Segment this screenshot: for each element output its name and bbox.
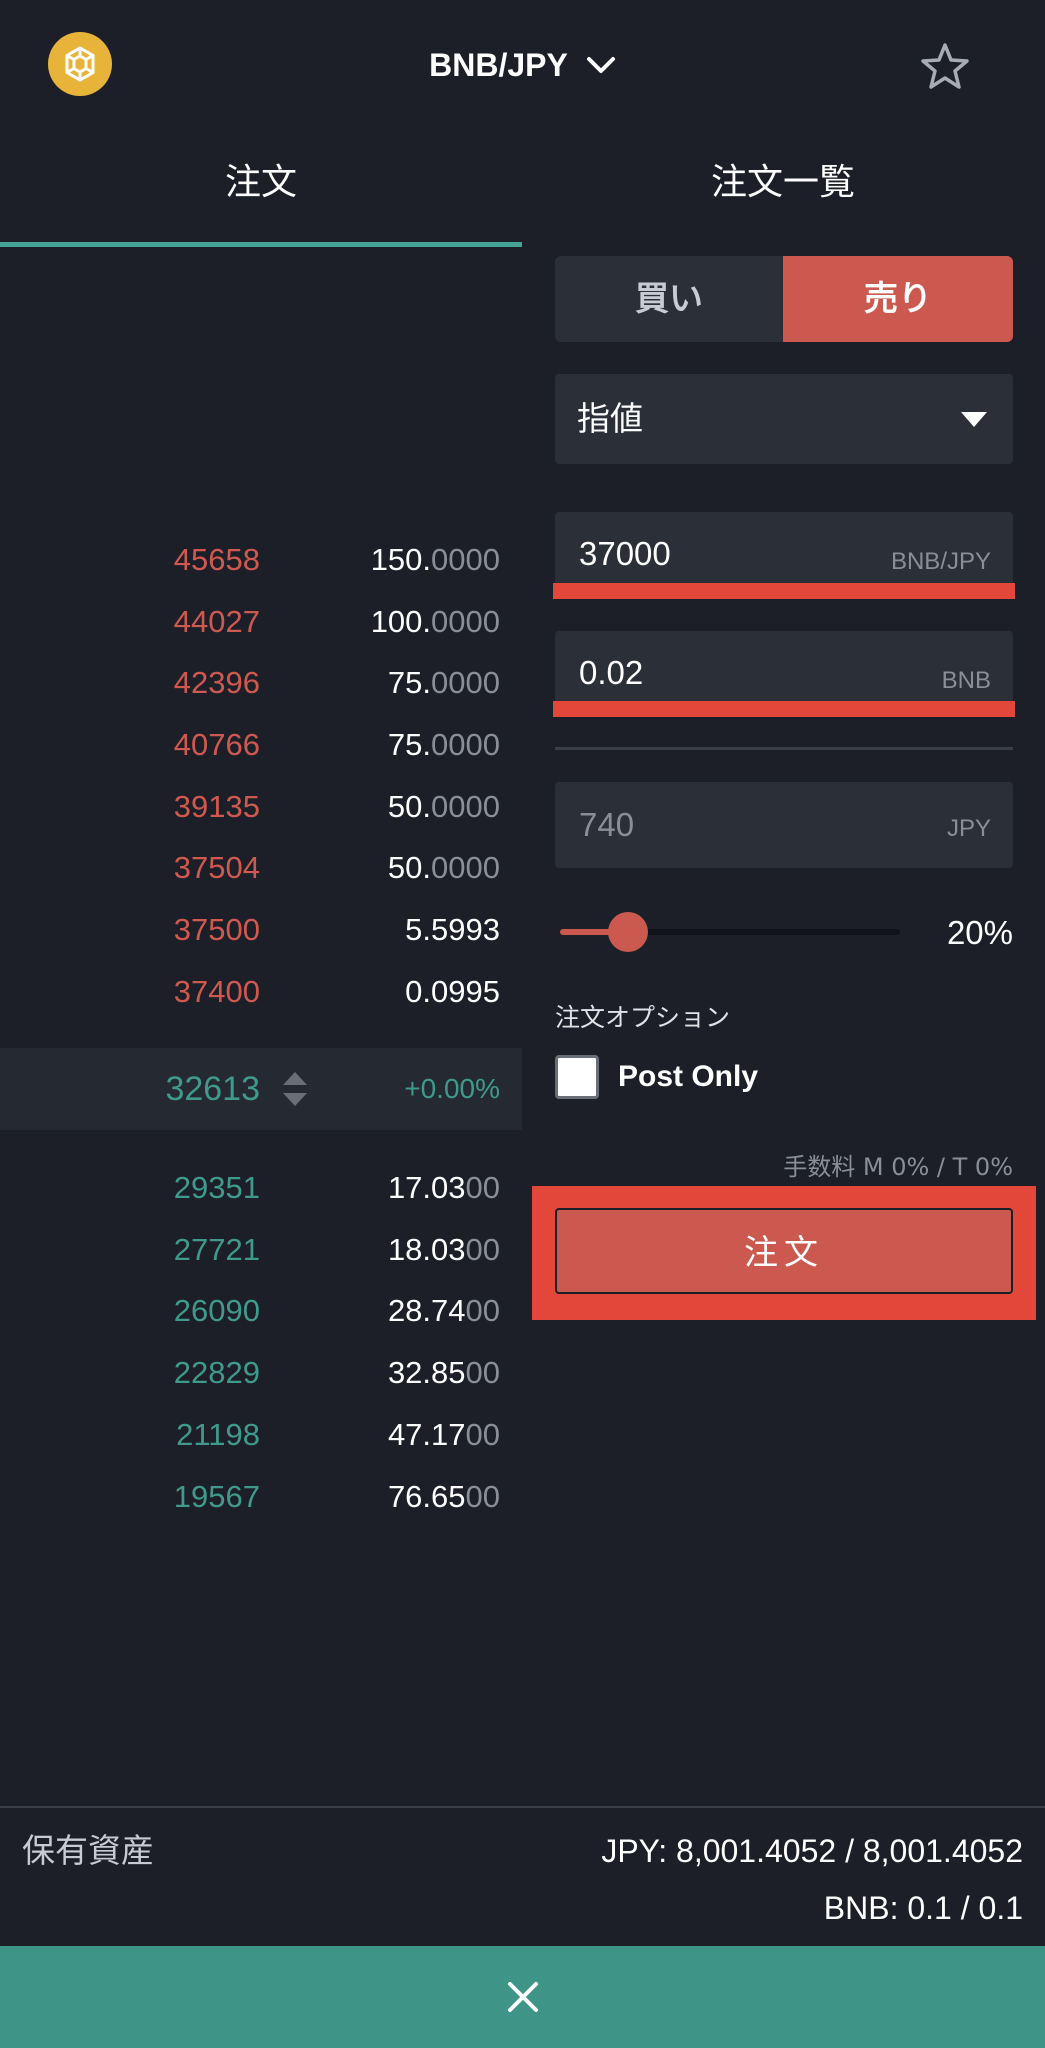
pair-selector[interactable]: BNB/JPY bbox=[0, 40, 1045, 90]
total-input[interactable]: 740 JPY bbox=[555, 782, 1013, 868]
ask-row[interactable]: 37500 5.5993 bbox=[0, 905, 522, 955]
ask-row[interactable]: 45658 150.0000 bbox=[0, 535, 522, 585]
ask-amount: 150.0000 bbox=[370, 542, 500, 577]
active-tab-indicator bbox=[0, 242, 522, 247]
order-type-value: 指値 bbox=[577, 399, 643, 438]
bid-amount: 76.6500 bbox=[387, 1479, 500, 1514]
close-bar[interactable] bbox=[0, 1946, 1045, 2048]
buy-sell-toggle: 買い 売り bbox=[555, 256, 1013, 342]
order-type-select[interactable]: 指値 bbox=[555, 374, 1013, 464]
ask-row[interactable]: 42396 75.0000 bbox=[0, 658, 522, 708]
sell-button[interactable]: 売り bbox=[783, 256, 1013, 342]
ask-amount: 5.5993 bbox=[405, 912, 500, 947]
post-only-label[interactable]: Post Only bbox=[618, 1052, 758, 1102]
total-unit: JPY bbox=[946, 815, 991, 842]
ask-price: 37504 bbox=[173, 850, 260, 885]
slider-percentage: 20% bbox=[946, 914, 1013, 951]
pair-label: BNB/JPY bbox=[429, 46, 568, 83]
ask-price: 40766 bbox=[173, 727, 260, 762]
bid-amount: 17.0300 bbox=[387, 1170, 500, 1205]
bid-row[interactable]: 21198 47.1700 bbox=[0, 1410, 522, 1460]
ask-row[interactable]: 39135 50.0000 bbox=[0, 782, 522, 832]
ask-price: 39135 bbox=[173, 789, 260, 824]
last-price-row: 32613 +0.00% bbox=[0, 1048, 522, 1130]
bid-price: 26090 bbox=[173, 1293, 260, 1328]
ask-price: 45658 bbox=[173, 542, 260, 577]
last-price: 32613 bbox=[165, 1070, 260, 1108]
ask-price: 37400 bbox=[173, 974, 260, 1009]
ask-amount: 0.0995 bbox=[405, 974, 500, 1009]
bid-amount: 28.7400 bbox=[387, 1293, 500, 1328]
bid-amount: 32.8500 bbox=[387, 1355, 500, 1390]
sort-arrows-icon bbox=[283, 1072, 307, 1106]
bid-row[interactable]: 26090 28.7400 bbox=[0, 1286, 522, 1336]
ask-price: 42396 bbox=[173, 665, 260, 700]
ask-price: 44027 bbox=[173, 604, 260, 639]
bnb-balance: BNB: 0.1 / 0.1 bbox=[823, 1890, 1023, 1926]
bid-price: 29351 bbox=[173, 1170, 260, 1205]
order-options-label: 注文オプション bbox=[555, 1003, 731, 1032]
price-change: +0.00% bbox=[404, 1073, 500, 1104]
assets-label: 保有資産 bbox=[22, 1831, 154, 1870]
chevron-down-icon bbox=[586, 57, 615, 73]
tab-order-list[interactable]: 注文一覧 bbox=[522, 150, 1044, 216]
bid-row[interactable]: 22829 32.8500 bbox=[0, 1348, 522, 1398]
ask-amount: 50.0000 bbox=[387, 850, 500, 885]
quantity-highlight bbox=[553, 701, 1015, 717]
assets-divider bbox=[0, 1806, 1045, 1808]
jpy-balance: JPY: 8,001.4052 / 8,001.4052 bbox=[601, 1833, 1023, 1869]
tab-order[interactable]: 注文 bbox=[0, 150, 522, 216]
bid-amount: 47.1700 bbox=[387, 1417, 500, 1452]
fee-info: 手数料 M 0% / T 0% bbox=[783, 1153, 1013, 1181]
bid-amount: 18.0300 bbox=[387, 1232, 500, 1267]
price-highlight bbox=[553, 583, 1015, 599]
caret-down-icon bbox=[961, 412, 987, 427]
ask-row[interactable]: 44027 100.0000 bbox=[0, 597, 522, 647]
bid-row[interactable]: 29351 17.0300 bbox=[0, 1163, 522, 1213]
bid-row[interactable]: 19567 76.6500 bbox=[0, 1472, 522, 1522]
bid-row[interactable]: 27721 18.0300 bbox=[0, 1225, 522, 1275]
ask-price: 37500 bbox=[173, 912, 260, 947]
ask-amount: 75.0000 bbox=[387, 665, 500, 700]
ask-amount: 75.0000 bbox=[387, 727, 500, 762]
ask-amount: 50.0000 bbox=[387, 789, 500, 824]
ask-row[interactable]: 37400 0.0995 bbox=[0, 967, 522, 1017]
total-value: 740 bbox=[579, 806, 635, 843]
ask-row[interactable]: 37504 50.0000 bbox=[0, 843, 522, 893]
submit-order-button[interactable]: 注文 bbox=[555, 1208, 1013, 1294]
bid-price: 22829 bbox=[173, 1355, 260, 1390]
ask-amount: 100.0000 bbox=[370, 604, 500, 639]
post-only-checkbox[interactable] bbox=[555, 1055, 599, 1099]
star-icon[interactable] bbox=[918, 40, 972, 94]
bid-price: 21198 bbox=[176, 1417, 260, 1452]
close-icon[interactable] bbox=[506, 1980, 540, 2014]
buy-button[interactable]: 買い bbox=[555, 256, 783, 342]
ask-row[interactable]: 40766 75.0000 bbox=[0, 720, 522, 770]
amount-slider-handle[interactable] bbox=[608, 912, 648, 952]
divider bbox=[555, 747, 1013, 750]
bid-price: 19567 bbox=[173, 1479, 260, 1514]
bid-price: 27721 bbox=[173, 1232, 260, 1267]
